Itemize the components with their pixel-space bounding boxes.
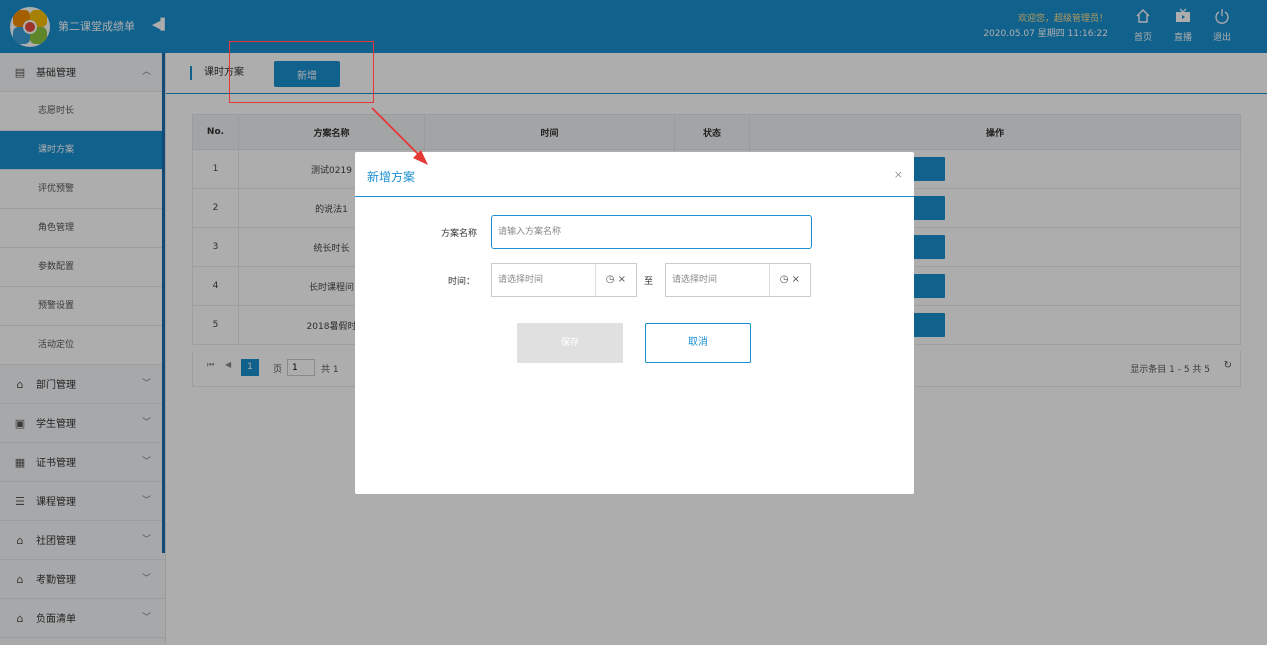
range-separator: 至 <box>644 277 654 287</box>
start-time-input[interactable]: 请选择时间 ◷ × <box>491 263 637 297</box>
end-time-placeholder: 请选择时间 <box>672 275 718 285</box>
plan-name-input[interactable]: 请输入方案名称 <box>491 215 812 249</box>
close-icon[interactable]: × <box>894 168 903 181</box>
clock-clear-icon[interactable]: ◷ × <box>768 264 810 296</box>
dialog-title: 新增方案 <box>367 170 416 184</box>
plan-name-label: 方案名称 <box>440 229 477 239</box>
dialog-divider <box>355 196 914 197</box>
start-time-placeholder: 请选择时间 <box>498 275 544 285</box>
end-time-input[interactable]: 请选择时间 ◷ × <box>665 263 811 297</box>
cancel-button[interactable]: 取消 <box>645 323 751 363</box>
save-button[interactable]: 保存 <box>517 323 623 363</box>
add-plan-dialog: 新增方案 × 方案名称 请输入方案名称 时间： 请选择时间 ◷ × 至 请选择时… <box>355 152 914 494</box>
clock-clear-icon[interactable]: ◷ × <box>594 264 636 296</box>
time-label: 时间： <box>447 277 475 287</box>
highlight-box <box>229 41 374 103</box>
